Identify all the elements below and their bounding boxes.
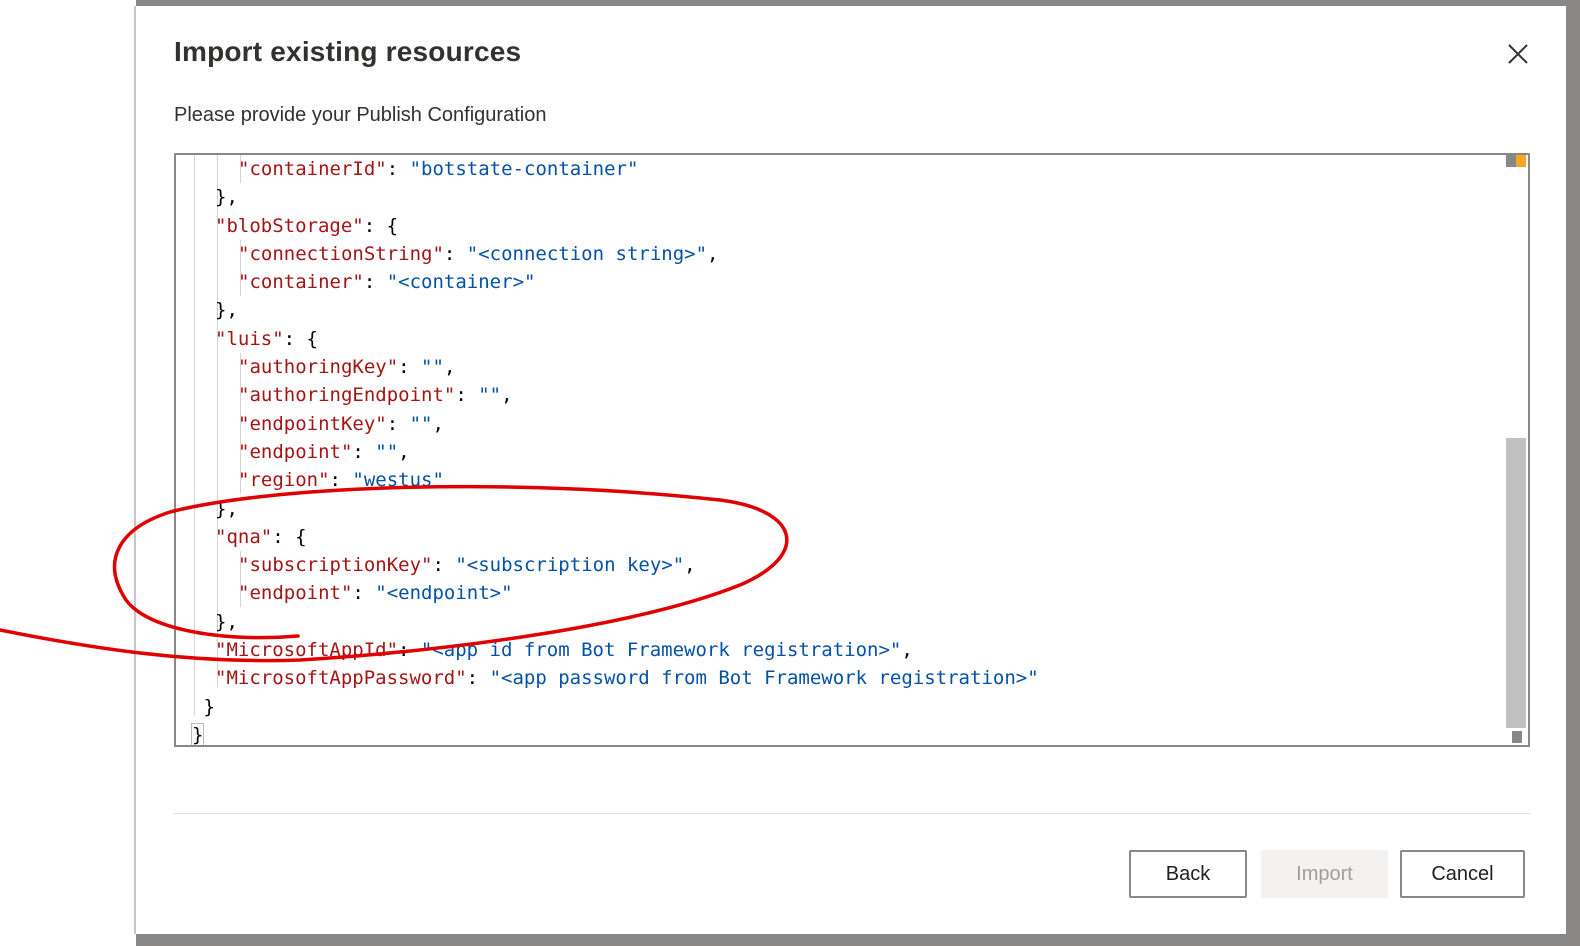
json-punctuation: , [901,639,913,662]
code-line: "endpoint": "<endpoint>" [192,579,1504,607]
json-punctuation: : [352,582,376,605]
json-string: "<subscription key>" [455,554,685,577]
page-backdrop-left [0,0,136,946]
json-punctuation: : [329,469,353,492]
json-key: "luis" [215,327,284,350]
json-key: "endpointKey" [238,412,387,435]
json-punctuation: } [203,695,215,718]
json-punctuation: }, [215,610,238,633]
publish-config-editor[interactable]: "containerId": "botstate-container"}, "bl… [174,153,1530,747]
json-punctuation: , [707,242,719,265]
json-string: "<app id from Bot Framework registration… [420,639,902,662]
code-line: "connectionString": "<connection string>… [192,240,1504,268]
json-string: "botstate-container" [409,158,639,180]
json-punctuation: : [398,639,421,662]
scroll-marker [1506,155,1526,167]
json-key: "region" [238,469,330,492]
json-string: "" [375,440,399,463]
overlay-bottom [136,932,1580,946]
json-key: "endpoint" [238,582,353,605]
back-button[interactable]: Back [1129,850,1247,898]
json-punctuation: : { [283,327,318,350]
json-punctuation: , [432,412,444,435]
import-resources-dialog: Import existing resources Please provide… [134,6,1566,934]
code-line: "luis": { [192,325,1504,353]
code-line: "authoringEndpoint": "", [192,381,1504,409]
json-punctuation: }, [215,186,238,209]
json-punctuation: }, [215,497,238,520]
json-punctuation: : [386,158,410,180]
code-line: "authoringKey": "", [192,353,1504,381]
close-button[interactable] [1502,38,1534,70]
overlay-right [1566,0,1580,946]
json-key: "MicrosoftAppId" [215,639,399,662]
json-punctuation: : [443,242,467,265]
import-button[interactable]: Import [1261,850,1388,898]
json-key: "authoringEndpoint" [238,384,456,407]
scroll-marker [1512,731,1522,743]
code-content: "containerId": "botstate-container"}, "bl… [190,155,1504,746]
json-string: "" [421,356,444,379]
code-line: "MicrosoftAppId": "<app id from Bot Fram… [192,636,1504,664]
code-line: "endpointKey": "", [192,410,1504,438]
json-punctuation: , [501,384,513,407]
json-punctuation: : [386,412,410,435]
json-key: "qna" [215,525,273,548]
code-line: }, [192,495,1504,523]
json-string: "" [409,412,433,435]
cancel-button[interactable]: Cancel [1400,850,1525,898]
code-line: "container": "<container>" [192,268,1504,296]
code-line: }, [192,183,1504,211]
scroll-thumb[interactable] [1506,438,1526,728]
code-line: "region": "westus" [192,466,1504,494]
json-key: "container" [238,271,364,294]
code-line: }, [192,296,1504,324]
json-punctuation: , [684,554,696,577]
json-punctuation: : [455,384,479,407]
json-key: "subscriptionKey" [238,554,433,577]
json-string: "" [478,384,502,407]
json-punctuation: , [398,440,410,463]
json-key: "containerId" [238,158,387,180]
json-string: "<connection string>" [466,242,708,265]
code-line: "containerId": "botstate-container" [192,155,1504,183]
json-string: "<container>" [386,271,536,294]
json-key: "blobStorage" [215,214,364,237]
dialog-title: Import existing resources [174,36,522,67]
json-punctuation: : [432,554,456,577]
code-line: "blobStorage": { [192,212,1504,240]
json-string: "<app password from Bot Framework regist… [489,667,1039,690]
json-punctuation: : { [272,525,307,548]
code-line: } [190,721,1504,746]
code-line: "qna": { [192,523,1504,551]
json-punctuation: } [190,722,205,746]
code-line: "MicrosoftAppPassword": "<app password f… [192,664,1504,692]
code-line: "endpoint": "", [192,438,1504,466]
json-punctuation: , [443,356,456,379]
code-line: }, [192,608,1504,636]
dialog-subtitle: Please provide your Publish Configuratio… [174,104,547,126]
json-punctuation: : [398,356,422,379]
json-punctuation: : [352,440,376,463]
json-punctuation: : { [363,214,399,237]
json-key: "endpoint" [238,440,353,463]
footer-divider [174,813,1530,814]
json-punctuation: : [363,271,387,294]
code-line: } [192,693,1504,721]
json-key: "MicrosoftAppPassword" [215,667,467,690]
json-punctuation: : [466,667,490,690]
close-icon [1508,44,1528,64]
editor-scrollbar[interactable] [1506,155,1528,745]
json-key: "connectionString" [238,242,444,265]
json-key: "authoringKey" [238,356,399,379]
json-string: "<endpoint>" [375,582,513,605]
json-string: "westus" [352,469,444,492]
code-line: "subscriptionKey": "<subscription key>", [192,551,1504,579]
json-punctuation: }, [215,299,238,322]
